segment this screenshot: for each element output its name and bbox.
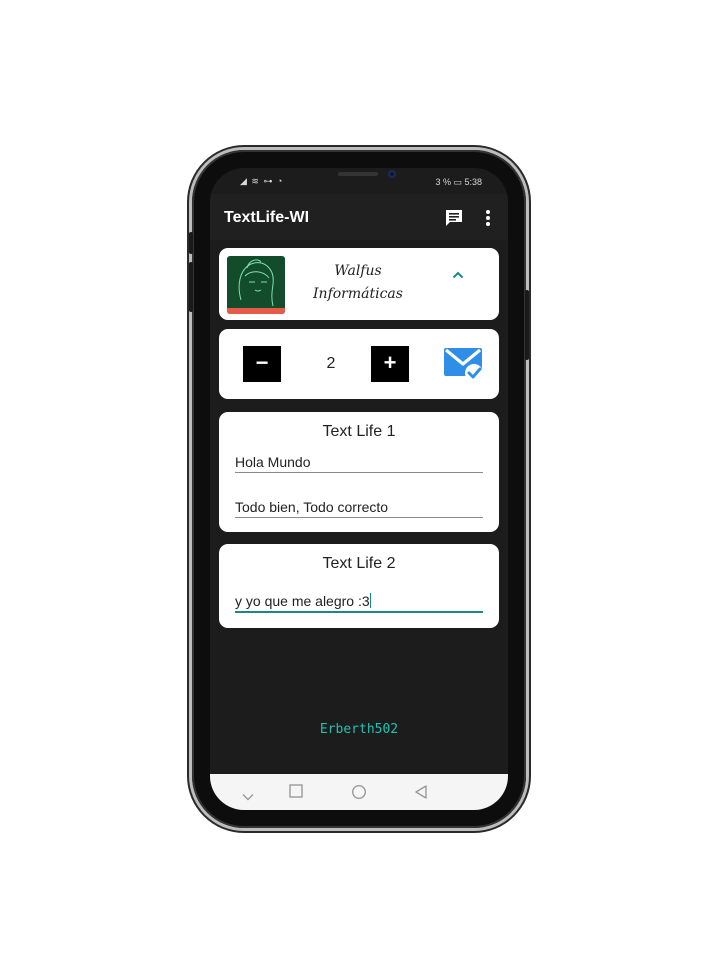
avatar-stripe <box>227 308 285 314</box>
text-life-1-card: Text Life 1 Hola Mundo Todo bien, Todo c… <box>219 412 499 532</box>
back-icon[interactable] <box>414 784 428 805</box>
decrement-button[interactable]: − <box>243 346 281 382</box>
speaker-grill <box>338 172 378 176</box>
home-icon[interactable] <box>351 784 367 805</box>
chevron-up-icon[interactable] <box>452 266 464 284</box>
text-life-1-title: Text Life 1 <box>322 423 396 440</box>
chat-icon[interactable] <box>444 208 464 233</box>
text-life-2-field-value: y yo que me alegro :3 <box>235 593 370 609</box>
volume-button <box>189 232 193 254</box>
brand-line-1: Walfus <box>334 263 382 279</box>
text-cursor <box>369 593 371 608</box>
counter-card: − 2 + <box>219 329 499 399</box>
app-title: TextLife-WI <box>224 209 310 226</box>
brand-name: Walfus Informáticas <box>303 260 413 306</box>
anime-sketch-image <box>238 259 274 307</box>
power-button <box>525 290 529 360</box>
navigation-bar <box>210 774 508 810</box>
text-life-1-field-1[interactable]: Hola Mundo <box>235 454 483 473</box>
text-life-2-field-1[interactable]: y yo que me alegro :3 <box>235 593 483 613</box>
avatar <box>227 256 285 314</box>
text-life-1-field-2[interactable]: Todo bien, Todo correcto <box>235 499 483 518</box>
screen: ◢ ≋ ⊶ ◔ 3 % ▭ 5:38 TextLife-WI Walfus In… <box>210 168 508 810</box>
more-vert-icon[interactable] <box>482 208 494 233</box>
app-bar: TextLife-WI <box>210 194 508 240</box>
front-camera <box>388 170 396 178</box>
battery-clock: 3 % ▭ 5:38 <box>435 177 482 187</box>
recents-icon[interactable] <box>289 784 303 803</box>
credit-text: Erberth502 <box>319 722 399 737</box>
text-life-2-card: Text Life 2 y yo que me alegro :3 <box>219 544 499 628</box>
volume-button <box>189 262 193 312</box>
status-icons: ◢ ≋ ⊶ ◔ <box>240 176 284 186</box>
counter-value: 2 <box>326 355 336 372</box>
chevron-down-icon[interactable] <box>242 788 254 806</box>
increment-button[interactable]: + <box>371 346 409 382</box>
brand-line-2: Informáticas <box>313 286 403 302</box>
profile-card: Walfus Informáticas <box>219 248 499 320</box>
main-content: Walfus Informáticas − 2 + Text Life 1 Ho… <box>210 240 508 774</box>
text-life-2-title: Text Life 2 <box>322 555 396 572</box>
status-bar: ◢ ≋ ⊶ ◔ 3 % ▭ 5:38 <box>210 168 508 194</box>
mail-check-icon[interactable] <box>443 345 485 388</box>
